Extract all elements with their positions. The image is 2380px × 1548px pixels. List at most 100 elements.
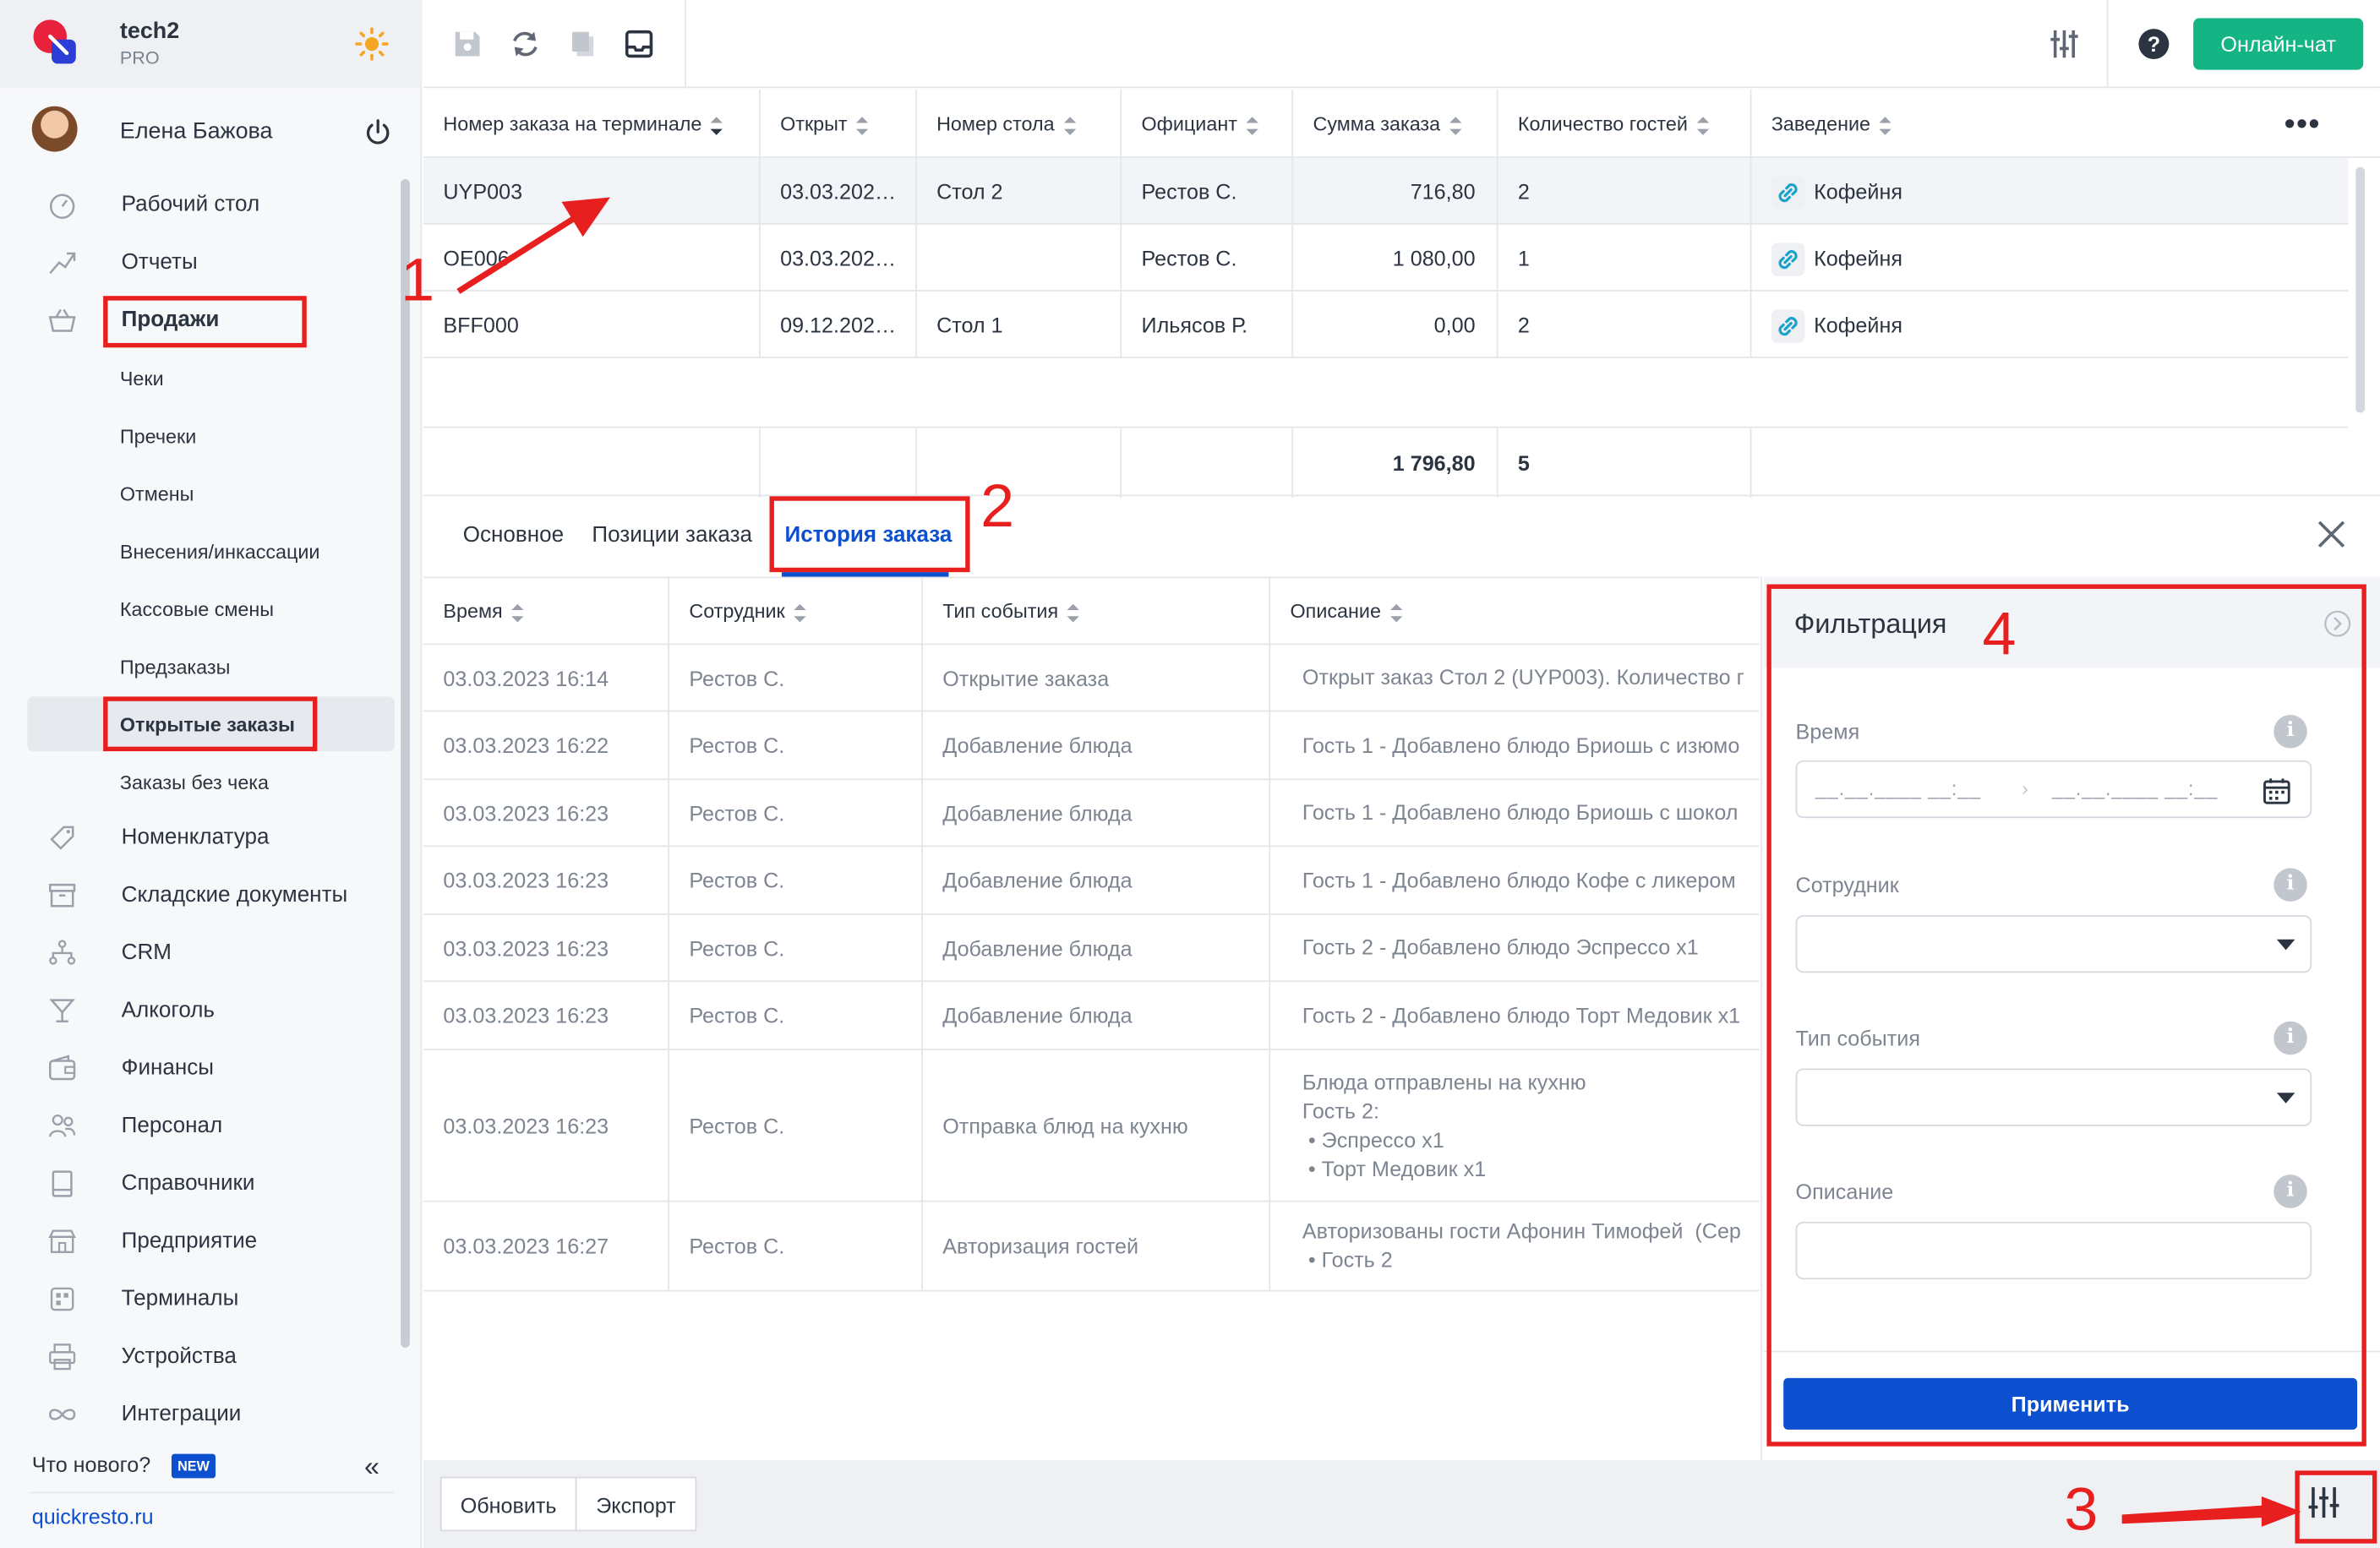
column-header-event-type[interactable]: Тип события <box>923 578 1271 646</box>
sidebar-item-devices[interactable]: Устройства <box>0 1329 398 1384</box>
infinity-icon <box>49 1409 76 1420</box>
sidebar-item-reports[interactable]: Отчеты <box>0 235 398 290</box>
column-header-time[interactable]: Время <box>423 578 669 646</box>
app-window: tech2 PRO Елена Бажова Рабочий стол Отче… <box>0 0 2380 1548</box>
toolbar-divider <box>684 0 686 89</box>
table-row[interactable]: BFF000 09.12.202… Стол 1 Ильясов Р. 0,00… <box>423 291 2349 358</box>
sidebar-item-finance[interactable]: Финансы <box>0 1041 398 1096</box>
cell-description: Гость 2 - Добавлено блюдо Торт Медовик x… <box>1270 982 1759 1049</box>
logout-power-icon[interactable] <box>364 118 391 145</box>
cell-guests: 2 <box>1498 157 1752 225</box>
link-icon[interactable] <box>1771 243 1805 277</box>
sidebar-item-label: Отчеты <box>121 250 198 275</box>
store-icon <box>48 1229 76 1253</box>
cell-waiter: Рестов С. <box>1122 157 1294 225</box>
whats-new-link[interactable]: Что нового? <box>32 1453 150 1477</box>
column-header-table-number[interactable]: Номер стола <box>917 89 1122 158</box>
cell-order-number: BFF000 <box>423 291 761 358</box>
save-icon[interactable] <box>450 27 484 61</box>
annotation-number-4: 4 <box>1982 601 2017 668</box>
list-item[interactable]: 03.03.2023 16:23 Рестов С. Добавление бл… <box>423 847 1760 916</box>
column-header-label: Открыт <box>780 112 848 135</box>
column-header-opened[interactable]: Открыт <box>761 89 917 158</box>
inbox-icon[interactable] <box>622 27 656 61</box>
sidebar-item-references[interactable]: Справочники <box>0 1157 398 1212</box>
sidebar-item-crm[interactable]: CRM <box>0 926 398 981</box>
column-header-guests-count[interactable]: Количество гостей <box>1498 89 1752 158</box>
sidebar-subitem-cash-shifts[interactable]: Кассовые смены <box>0 581 398 636</box>
brand-block: tech2 PRO <box>0 0 423 89</box>
export-button[interactable]: Экспорт <box>575 1476 697 1532</box>
sidebar-subitem-cash-operations[interactable]: Внесения/инкассации <box>0 524 398 579</box>
sidebar-item-label: Номенклатура <box>121 826 270 850</box>
online-chat-button[interactable]: Онлайн-чат <box>2193 18 2364 70</box>
column-header-order-sum[interactable]: Сумма заказа <box>1293 89 1498 158</box>
sort-icon <box>1449 116 1462 135</box>
sidebar-item-staff[interactable]: Персонал <box>0 1098 398 1153</box>
list-item[interactable]: 03.03.2023 16:14 Рестов С. Открытие зака… <box>423 645 1760 712</box>
list-item[interactable]: 03.03.2023 16:23 Рестов С. Отправка блюд… <box>423 1049 1760 1202</box>
crm-icon <box>49 940 76 965</box>
help-icon[interactable]: ? <box>2137 27 2171 61</box>
sidebar-item-label: Устройства <box>121 1344 237 1370</box>
column-header-venue[interactable]: Заведение <box>1751 90 2348 158</box>
column-menu-more-icon[interactable]: ••• <box>2284 108 2321 143</box>
sidebar-subitem-label: Отмены <box>119 482 194 506</box>
collapse-sidebar-icon[interactable]: « <box>364 1451 395 1481</box>
refresh-icon[interactable] <box>509 27 543 61</box>
sidebar-subitem-preorders[interactable]: Предзаказы <box>0 639 398 694</box>
link-icon[interactable] <box>1771 309 1805 344</box>
table-row[interactable]: OE006 03.03.202… Рестов С. 1 080,00 1 Ко… <box>423 224 2349 292</box>
refresh-button[interactable]: Обновить <box>439 1476 577 1532</box>
column-header-waiter[interactable]: Официант <box>1122 89 1294 158</box>
glass-icon <box>49 999 75 1023</box>
sidebar-item-terminals[interactable]: Терминалы <box>0 1272 398 1327</box>
column-header-label: Заведение <box>1771 112 1871 135</box>
sidebar-item-label: Персонал <box>121 1114 223 1139</box>
sidebar-item-integrations[interactable]: Интеграции <box>0 1387 398 1442</box>
theme-sun-icon[interactable] <box>355 27 389 61</box>
column-header-order-number[interactable]: Номер заказа на терминале <box>423 89 761 158</box>
sort-icon <box>1389 603 1403 622</box>
sidebar-subitem-prechecks[interactable]: Пречеки <box>0 408 398 463</box>
description-line: Гость 1 - Добавлено блюдо Бриошь с изюмо <box>1302 732 1740 757</box>
table-row[interactable]: UYP003 03.03.202… Стол 2 Рестов С. 716,8… <box>423 157 2349 225</box>
sort-icon <box>511 603 524 622</box>
list-item[interactable]: 03.03.2023 16:22 Рестов С. Добавление бл… <box>423 711 1760 781</box>
sidebar-item-nomenclature[interactable]: Номенклатура <box>0 810 398 865</box>
tab-main[interactable]: Основное <box>463 524 564 548</box>
column-header-label: Количество гостей <box>1517 112 1688 135</box>
tab-order-items[interactable]: Позиции заказа <box>592 524 752 548</box>
link-icon[interactable] <box>1771 176 1805 210</box>
cell-employee: Рестов С. <box>669 1049 923 1201</box>
sidebar-item-dashboard[interactable]: Рабочий стол <box>0 177 398 232</box>
sort-icon <box>856 116 869 135</box>
quickresto-logo <box>33 19 76 64</box>
column-header-description[interactable]: Описание <box>1270 578 1759 645</box>
settings-sliders-icon[interactable] <box>2048 27 2082 61</box>
copy-icon[interactable] <box>566 27 600 61</box>
sidebar-subitem-cancellations[interactable]: Отмены <box>0 466 398 521</box>
sidebar-subitem-orders-without-check[interactable]: Заказы без чека <box>0 755 398 809</box>
sidebar-scrollbar[interactable] <box>401 178 410 1348</box>
sidebar-subitem-label: Чеки <box>119 367 164 390</box>
description-line: • Гость 2 <box>1302 1247 1393 1273</box>
cell-venue: Кофейня <box>1751 292 2348 358</box>
cell-time: 03.03.2023 16:23 <box>423 982 669 1049</box>
list-item[interactable]: 03.03.2023 16:23 Рестов С. Добавление бл… <box>423 780 1760 848</box>
sidebar-item-enterprise[interactable]: Предприятие <box>0 1214 398 1269</box>
cell-employee: Рестов С. <box>669 645 923 711</box>
list-item[interactable]: 03.03.2023 16:23 Рестов С. Добавление бл… <box>423 982 1760 1050</box>
sidebar-item-alcohol[interactable]: Алкоголь <box>0 984 398 1038</box>
venue-name: Кофейня <box>1814 178 1902 204</box>
description-line: Авторизованы гости Афонин Тимофей (Сер <box>1302 1218 1741 1244</box>
sidebar-item-warehouse-docs[interactable]: Складские документы <box>0 868 398 923</box>
sidebar-subitem-label: Заказы без чека <box>119 771 270 794</box>
list-item[interactable]: 03.03.2023 16:23 Рестов С. Добавление бл… <box>423 915 1760 983</box>
close-icon[interactable] <box>2315 517 2349 551</box>
site-link[interactable]: quickresto.ru <box>32 1504 154 1529</box>
orders-scrollbar[interactable] <box>2355 166 2366 413</box>
list-item[interactable]: 03.03.2023 16:27 Рестов С. Авторизация г… <box>423 1202 1760 1292</box>
sidebar-subitem-checks[interactable]: Чеки <box>0 351 398 406</box>
column-header-employee[interactable]: Сотрудник <box>669 578 923 646</box>
